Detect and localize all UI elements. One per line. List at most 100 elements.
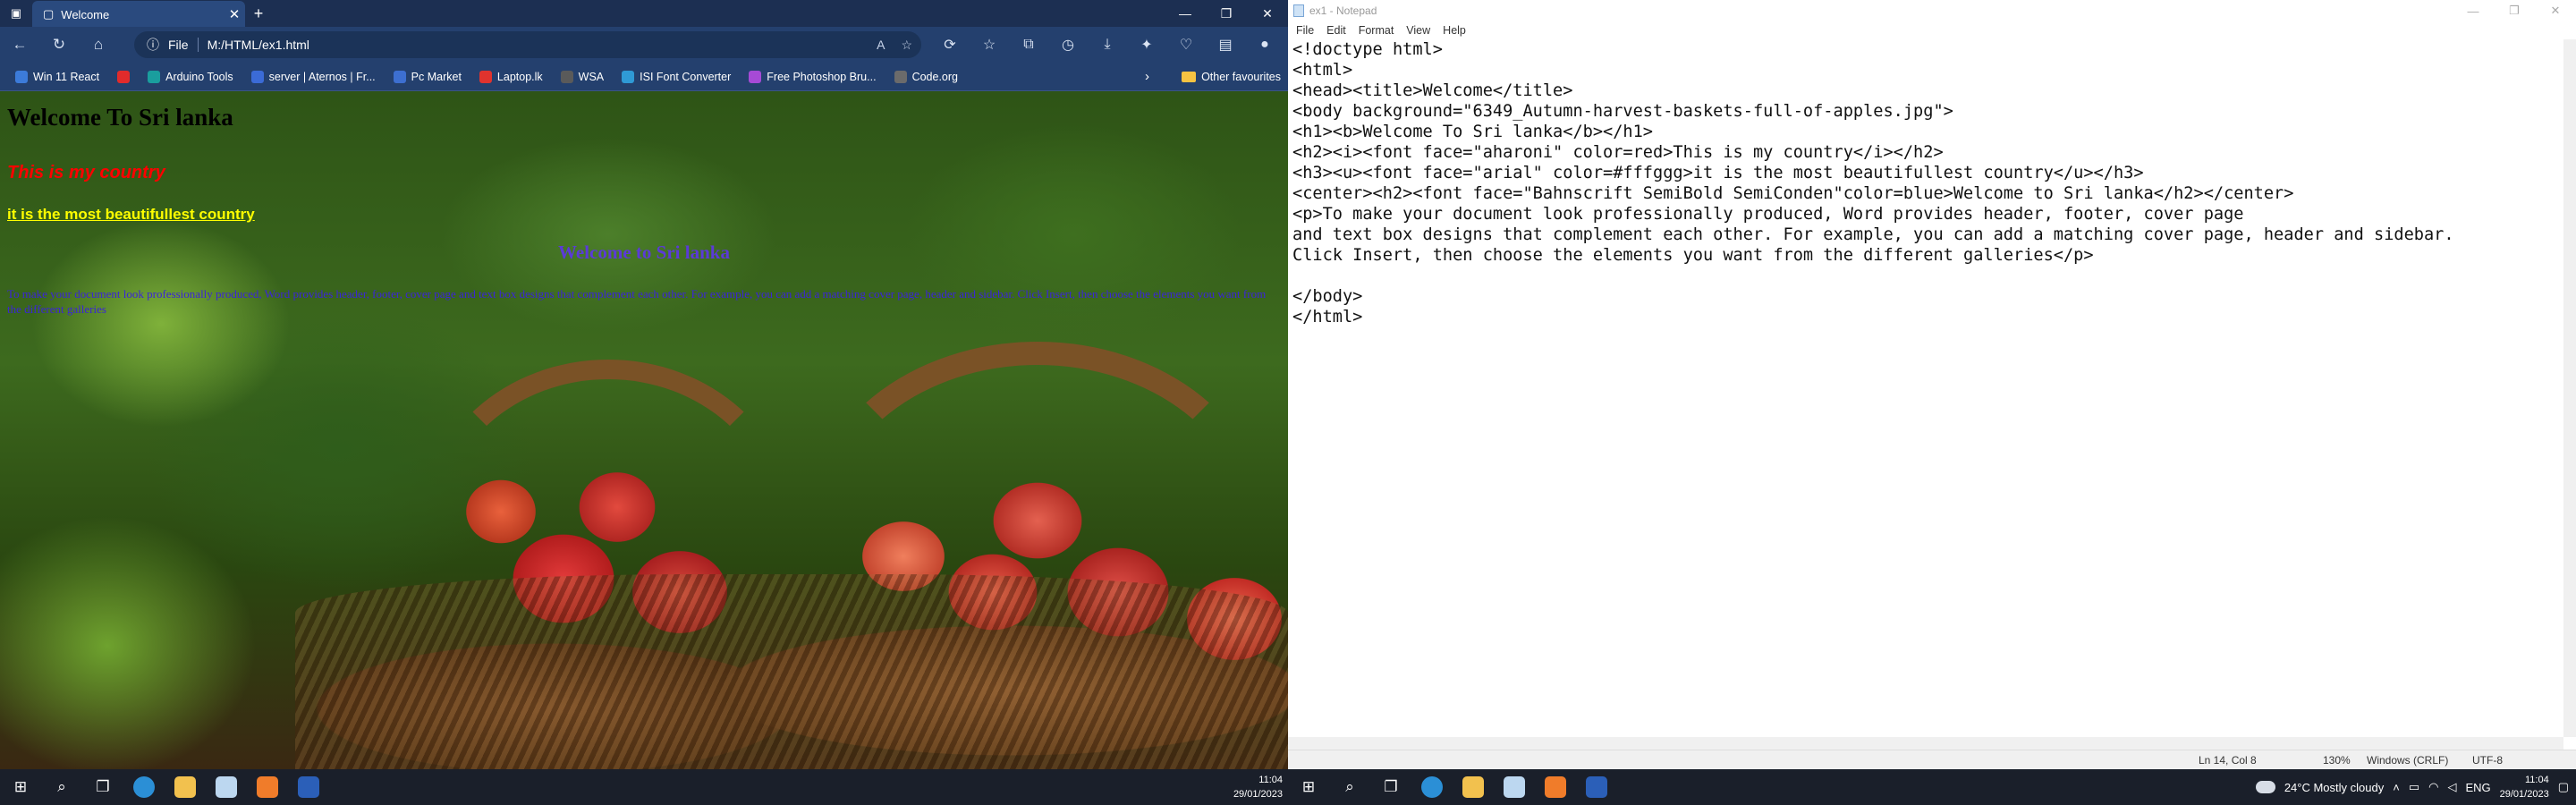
word-taskbar-icon[interactable] — [1576, 769, 1617, 805]
start-icon[interactable]: ⊞ — [1288, 769, 1329, 805]
minimize-icon[interactable]: — — [2453, 0, 2494, 21]
close-icon[interactable]: ✕ — [2535, 0, 2576, 21]
app-taskbar-icon[interactable] — [1535, 769, 1576, 805]
back-icon[interactable]: ← — [0, 27, 39, 63]
menu-edit[interactable]: Edit — [1320, 24, 1352, 37]
page-paragraph: To make your document look professionall… — [7, 287, 1267, 316]
wifi-icon[interactable]: ◠ — [2428, 780, 2438, 794]
info-icon[interactable]: ⓘ — [147, 36, 159, 54]
collections-icon[interactable]: ⧉ — [1009, 37, 1048, 53]
menu-help[interactable]: Help — [1436, 24, 1472, 37]
network-icon[interactable]: ▭ — [2409, 780, 2419, 794]
history-icon[interactable]: ◷ — [1048, 36, 1088, 54]
chevron-up-icon[interactable]: ˄ — [2393, 781, 2400, 794]
text-editor[interactable]: <!doctype html> <html> <head><title>Welc… — [1288, 39, 2563, 737]
vertical-scrollbar[interactable] — [2563, 39, 2576, 737]
notepad-title-bar: ex1 - Notepad — ❐ ✕ — [1288, 0, 2576, 21]
taskbar-clock[interactable]: 11:04 29/01/2023 — [1233, 773, 1283, 801]
clock-date: 29/01/2023 — [2499, 789, 2549, 800]
tab-welcome[interactable]: ▢ Welcome ✕ — [32, 1, 245, 28]
favourite-item[interactable]: Win 11 React — [7, 65, 107, 89]
read-aloud-icon[interactable]: A — [877, 38, 885, 53]
restore-icon[interactable]: ❐ — [2494, 0, 2535, 21]
favourites-bar: Win 11 React Arduino Tools server | Ater… — [0, 63, 1288, 91]
search-icon[interactable]: ⌕ — [41, 769, 82, 805]
favourite-item[interactable]: Code.org — [886, 65, 966, 89]
edge-taskbar-icon[interactable] — [123, 769, 165, 805]
favourite-icon — [622, 70, 635, 83]
address-divider — [197, 38, 199, 52]
favourite-item[interactable]: Arduino Tools — [140, 65, 242, 89]
menu-file[interactable]: File — [1290, 24, 1320, 37]
favourite-icon — [479, 70, 492, 83]
favourite-icon — [560, 70, 573, 83]
favourite-item[interactable] — [109, 65, 138, 89]
edge-tab-bar: ▣ ▢ Welcome ✕ + — ❐ ✕ — [0, 0, 1288, 28]
task-view-icon[interactable]: ❐ — [1370, 769, 1411, 805]
new-tab-button[interactable]: + — [245, 4, 272, 23]
favourite-item[interactable]: ISI Font Converter — [614, 65, 739, 89]
downloads-icon[interactable]: ⤓ — [1088, 37, 1127, 53]
refresh-icon[interactable]: ↻ — [39, 27, 79, 63]
home-icon[interactable]: ⌂ — [79, 27, 118, 63]
address-tools: A ☆ — [877, 38, 912, 53]
taskbar: ⊞ ⌕ ❐ 11:04 29/01/2023 — [0, 769, 1288, 805]
performance-icon[interactable]: ♡ — [1166, 36, 1206, 54]
favourite-icon — [393, 70, 406, 83]
start-icon[interactable]: ⊞ — [0, 769, 41, 805]
close-icon[interactable]: ✕ — [1247, 0, 1288, 27]
encoding: UTF-8 — [2472, 754, 2503, 767]
chevron-right-icon[interactable]: › — [1145, 69, 1149, 84]
folder-icon — [1182, 71, 1197, 82]
volume-icon[interactable]: ◁ — [2447, 780, 2456, 794]
add-favourite-icon[interactable]: ☆ — [901, 38, 912, 53]
file-explorer-taskbar-icon[interactable] — [1453, 769, 1494, 805]
favourite-icon — [894, 70, 907, 83]
favourite-item[interactable]: Laptop.lk — [471, 65, 551, 89]
other-favourites[interactable]: Other favourites — [1182, 71, 1281, 83]
extensions-icon[interactable]: ✦ — [1127, 36, 1166, 54]
profile-avatar[interactable]: ● — [1245, 37, 1284, 53]
edge-icon — [133, 776, 155, 798]
search-icon[interactable]: ⌕ — [1329, 769, 1370, 805]
notepad-taskbar-icon[interactable] — [206, 769, 247, 805]
app-icon — [1545, 776, 1566, 798]
weather-text[interactable]: 24°C Mostly cloudy — [2284, 781, 2384, 794]
minimize-icon[interactable]: — — [1165, 0, 1206, 27]
restore-icon[interactable]: ❐ — [1206, 0, 1247, 27]
file-explorer-taskbar-icon[interactable] — [165, 769, 206, 805]
menu-format[interactable]: Format — [1352, 24, 1401, 37]
task-view-icon[interactable]: ❐ — [82, 769, 123, 805]
word-taskbar-icon[interactable] — [288, 769, 329, 805]
clock-date: 29/01/2023 — [1233, 789, 1283, 800]
app-icon — [257, 776, 278, 798]
favourite-item[interactable]: server | Aternos | Fr... — [243, 65, 384, 89]
favourite-icon — [749, 70, 762, 83]
language-indicator[interactable]: ENG — [2465, 781, 2490, 794]
word-icon — [298, 776, 319, 798]
edge-toolbar: ← ↻ ⌂ ⓘ File M:/HTML/ex1.html A ☆ ⟳ ☆ ⧉ … — [0, 27, 1288, 63]
desktop: ▣ ▢ Welcome ✕ + — ❐ ✕ ← ↻ ⌂ ⓘ File M:/HT… — [0, 0, 2576, 805]
refresh-alt-icon[interactable]: ⟳ — [930, 36, 970, 54]
notepad-icon — [1504, 776, 1525, 798]
favourites-icon[interactable]: ☆ — [970, 36, 1009, 54]
address-bar[interactable]: ⓘ File M:/HTML/ex1.html A ☆ — [134, 31, 921, 58]
favourite-item[interactable]: Pc Market — [386, 65, 470, 89]
tab-close-icon[interactable]: ✕ — [224, 6, 245, 22]
line-ending: Windows (CRLF) — [2367, 754, 2449, 767]
edge-window: ▣ ▢ Welcome ✕ + — ❐ ✕ ← ↻ ⌂ ⓘ File M:/HT… — [0, 0, 1288, 805]
tab-actions-icon[interactable]: ▣ — [0, 0, 32, 27]
favourite-item[interactable]: WSA — [553, 65, 612, 89]
notepad-title: ex1 - Notepad — [1309, 4, 1377, 17]
tab-title: Welcome — [61, 7, 110, 21]
app-taskbar-icon[interactable] — [247, 769, 288, 805]
menu-view[interactable]: View — [1400, 24, 1436, 37]
notification-icon[interactable]: ▢ — [2558, 780, 2569, 794]
edge-taskbar-icon[interactable] — [1411, 769, 1453, 805]
notepad-taskbar-icon[interactable] — [1494, 769, 1535, 805]
sidebar-icon[interactable]: ▤ — [1206, 36, 1245, 54]
favourite-item[interactable]: Free Photoshop Bru... — [741, 65, 884, 89]
folder-icon — [1462, 776, 1484, 798]
horizontal-scrollbar[interactable] — [1288, 737, 2563, 750]
taskbar-clock[interactable]: 11:04 29/01/2023 — [2500, 773, 2549, 801]
